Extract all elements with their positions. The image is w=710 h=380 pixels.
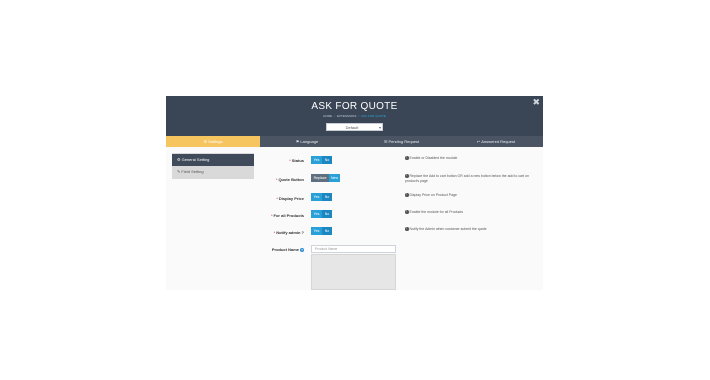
for-all-products-no-option[interactable]: No [322, 210, 332, 218]
product-name-label: Product Name? [271, 247, 304, 252]
tab-settings[interactable]: ⚙Settings [166, 136, 260, 147]
display-price-yes-option[interactable]: Yes [311, 193, 322, 201]
list-icon: ☰ [383, 139, 388, 144]
notify-admin-toggle[interactable]: Yes No [311, 227, 332, 235]
product-name-input[interactable]: Product Name [311, 245, 396, 253]
display-price-label: *Display Price [276, 196, 304, 201]
breadcrumb-home[interactable]: HOME [323, 114, 332, 118]
store-select[interactable]: Default ▾ [326, 123, 383, 131]
reply-icon: ↩ [476, 139, 481, 144]
product-name-placeholder: Product Name [315, 247, 338, 251]
status-yes-option[interactable]: Yes [311, 156, 322, 164]
for-all-products-toggle[interactable]: Yes No [311, 210, 332, 218]
store-select-value: Default [345, 125, 359, 130]
info-icon: i [405, 173, 409, 178]
module-header: ASK FOR QUOTE HOME / EXTENSIONS / ASK FOR QU… [166, 96, 543, 136]
page-title: ASK FOR QUOTE [311, 101, 398, 112]
for-all-products-yes-option[interactable]: Yes [311, 210, 322, 218]
quote-button-help: i Replace the Add to cart button OR add a… [405, 173, 529, 183]
for-all-products-label: *For all Products [270, 213, 304, 218]
display-price-no-option[interactable]: No [322, 193, 332, 201]
tab-answered-request[interactable]: ↩Answered Request [449, 136, 543, 147]
breadcrumb: HOME / EXTENSIONS / ASK FOR QUOTE [323, 114, 386, 118]
info-icon: i [405, 209, 409, 214]
tab-pending-request[interactable]: ☰Pending Request [354, 136, 449, 147]
info-icon: i [405, 226, 409, 231]
settings-sidebar: ⚙General Setting ✎Field Setting [172, 153, 254, 179]
edit-icon: ✎ [177, 169, 181, 174]
status-label: *Status [289, 158, 304, 163]
info-icon: i [405, 192, 409, 197]
display-price-help: i Display Price on Product Page [405, 192, 457, 197]
status-no-option[interactable]: No [322, 156, 332, 164]
display-price-toggle[interactable]: Yes No [311, 193, 332, 201]
info-icon: i [405, 155, 409, 160]
quote-button-label: *Quote Button [275, 177, 304, 182]
help-icon: ? [300, 247, 304, 252]
chevron-down-icon: ▾ [378, 125, 381, 130]
breadcrumb-current: ASK FOR QUOTE [361, 114, 386, 118]
ask-for-quote-panel: ASK FOR QUOTE HOME / EXTENSIONS / ASK FOR QU… [166, 96, 543, 290]
quote-button-replace-option[interactable]: Replace [311, 174, 329, 182]
for-all-products-help: i Enable the module for all Products [405, 209, 464, 214]
close-icon[interactable]: ✖ [532, 97, 540, 107]
flag-icon: ⚑ [295, 139, 300, 144]
breadcrumb-extensions[interactable]: EXTENSIONS [337, 114, 356, 118]
notify-admin-help: i Notify the Admin when customer submit t… [405, 226, 487, 231]
status-toggle[interactable]: Yes No [311, 156, 332, 164]
tab-language[interactable]: ⚑Language [260, 136, 354, 147]
gear-icon: ⚙ [203, 139, 208, 144]
tab-bar: ⚙Settings ⚑Language ☰Pending Request ↩An… [166, 136, 543, 147]
notify-admin-label: *Notify admin ? [273, 230, 304, 235]
quote-button-new-option[interactable]: New [329, 174, 340, 182]
status-help: i Enable or Disabled the module [405, 155, 458, 160]
product-name-textarea[interactable] [311, 254, 396, 290]
notify-admin-yes-option[interactable]: Yes [311, 227, 322, 235]
quote-button-toggle[interactable]: Replace New [311, 174, 340, 182]
notify-admin-no-option[interactable]: No [322, 227, 332, 235]
